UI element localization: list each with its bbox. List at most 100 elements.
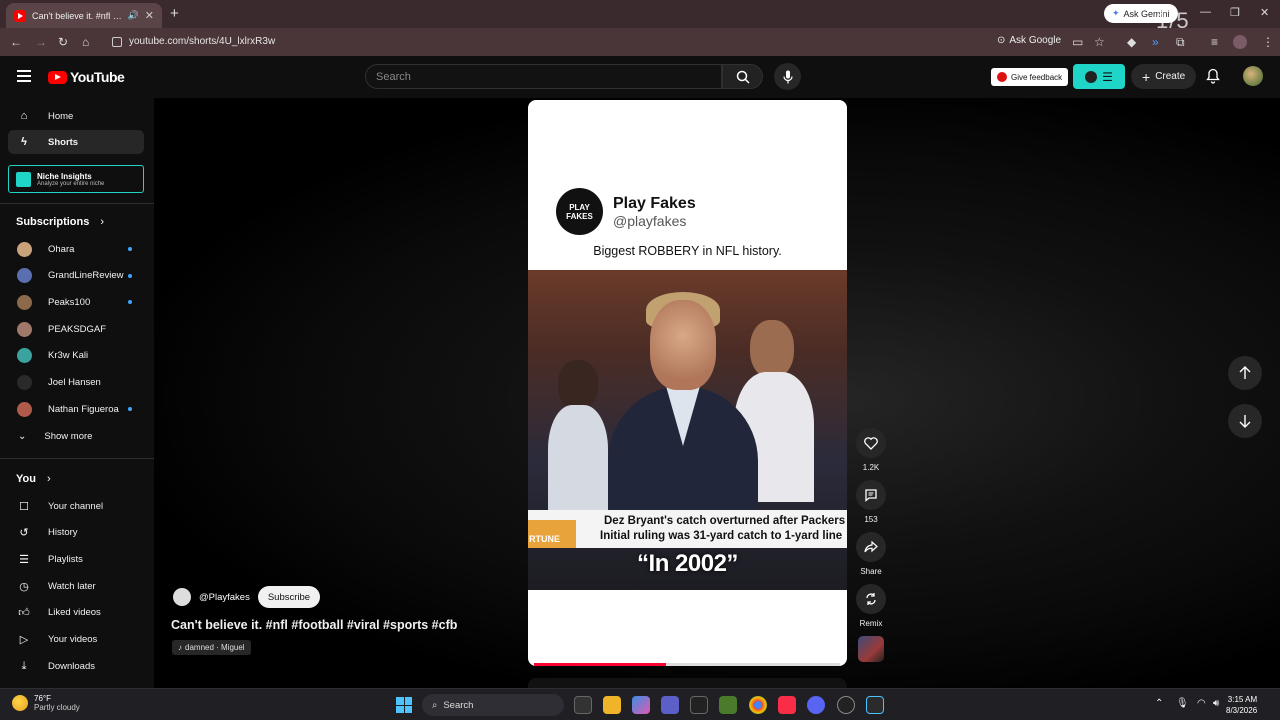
browser-menu-icon[interactable]: ⋮ bbox=[1262, 35, 1274, 49]
video-person-left bbox=[548, 360, 608, 515]
subscription-item[interactable]: Ohara bbox=[8, 237, 144, 261]
bookmark-star-icon[interactable]: ☆ bbox=[1094, 35, 1105, 49]
tray-overflow-icon[interactable]: ⌃ bbox=[1155, 698, 1163, 709]
site-info-icon[interactable] bbox=[112, 37, 122, 47]
browser-tab[interactable]: Can't believe it. #nfl #football 🔊 ✕ bbox=[6, 3, 162, 28]
apple-music-icon[interactable] bbox=[778, 696, 796, 714]
speaker-icon[interactable]: 🔊 bbox=[128, 10, 139, 21]
sidebar-item-downloads[interactable]: ⤓ Downloads bbox=[8, 654, 144, 678]
sidebar-item-history[interactable]: ↺ History bbox=[8, 520, 144, 544]
url-field[interactable]: youtube.com/shorts/4U_lxlrxR3w bbox=[129, 36, 275, 47]
show-more-button[interactable]: ⌄ Show more bbox=[8, 424, 144, 448]
system-clock[interactable]: 3:15 AM 8/3/2026 bbox=[1226, 694, 1257, 716]
comment-icon bbox=[865, 489, 877, 502]
browser-profile-avatar[interactable] bbox=[1233, 35, 1247, 49]
channel-avatar[interactable] bbox=[173, 588, 191, 606]
sidebar-item-your-channel[interactable]: ☐ Your channel bbox=[8, 494, 144, 518]
sidebar-item-label: Your channel bbox=[48, 500, 104, 512]
feedback-logo-icon bbox=[997, 72, 1007, 82]
subscribe-button[interactable]: Subscribe bbox=[257, 586, 321, 608]
capcut-icon[interactable] bbox=[690, 696, 708, 714]
close-tab-icon[interactable]: ✕ bbox=[145, 9, 154, 22]
comments-button[interactable]: 153 bbox=[856, 480, 886, 524]
short-title[interactable]: Can't believe it. #nfl #football #viral … bbox=[171, 618, 457, 632]
niche-extension-button[interactable]: ☰ bbox=[1073, 64, 1125, 89]
like-button[interactable]: 1.2K bbox=[856, 428, 886, 472]
notifications-bell-icon[interactable] bbox=[1206, 68, 1220, 84]
shorts-player[interactable]: PLAY FAKES Play Fakes @playfakes Biggest… bbox=[528, 100, 847, 666]
subscriptions-header-label: Subscriptions bbox=[16, 216, 90, 228]
remix-button[interactable]: Remix bbox=[856, 584, 886, 628]
minimize-icon[interactable]: — bbox=[1200, 6, 1211, 18]
ask-google-button[interactable]: ⊙ Ask Google bbox=[997, 35, 1061, 46]
you-header-label: You bbox=[16, 473, 36, 485]
youtube-header: YouTube Give feedback ☰ + Create bbox=[0, 56, 1280, 98]
subscription-item[interactable]: Joel Hansen bbox=[8, 371, 144, 395]
minecraft-icon[interactable] bbox=[719, 696, 737, 714]
show-more-label: Show more bbox=[44, 430, 93, 442]
forward-icon[interactable]: → bbox=[35, 35, 47, 49]
subscription-label: PEAKSDGAF bbox=[48, 323, 107, 335]
extension-audio-icon[interactable]: » bbox=[1152, 35, 1159, 49]
hamburger-menu-icon[interactable] bbox=[17, 70, 31, 82]
subscription-item[interactable]: Kr3w Kali bbox=[8, 344, 144, 368]
subscriptions-header[interactable]: Subscriptions › bbox=[16, 216, 104, 228]
subscription-item[interactable]: PEAKSDGAF bbox=[8, 317, 144, 341]
teams-icon[interactable] bbox=[661, 696, 679, 714]
channel-row: @Playfakes Subscribe bbox=[173, 586, 321, 608]
media-control-icon[interactable]: ≡ bbox=[1211, 35, 1218, 49]
weather-widget[interactable]: 76°F Partly cloudy bbox=[12, 694, 80, 712]
sidebar-item-label: Liked videos bbox=[48, 606, 101, 618]
sidebar-item-shorts[interactable]: ϟ Shorts bbox=[8, 130, 144, 154]
sidebar-item-playlists[interactable]: ☰ Playlists bbox=[8, 547, 144, 571]
video-progress-bar[interactable] bbox=[534, 663, 840, 666]
share-button[interactable]: Share bbox=[856, 532, 886, 576]
app-icon[interactable] bbox=[837, 696, 855, 714]
extension-shield-icon[interactable]: ◆ bbox=[1127, 35, 1136, 49]
you-header[interactable]: You › bbox=[16, 473, 51, 485]
taskbar-search[interactable]: ⌕ Search bbox=[422, 694, 564, 716]
subscription-item[interactable]: GrandLineReview bbox=[8, 264, 144, 288]
reload-icon[interactable]: ↻ bbox=[58, 35, 68, 49]
subscription-item[interactable]: Nathan Figueroa bbox=[8, 397, 144, 421]
give-feedback-button[interactable]: Give feedback bbox=[991, 68, 1069, 86]
home-browser-icon[interactable]: ⌂ bbox=[82, 35, 89, 49]
new-tab-button[interactable]: + bbox=[170, 5, 179, 22]
search-box[interactable] bbox=[365, 64, 722, 89]
task-view-icon[interactable] bbox=[574, 696, 592, 714]
tab-title: Can't believe it. #nfl #football bbox=[32, 10, 124, 21]
extensions-puzzle-icon[interactable]: ⧉ bbox=[1176, 35, 1185, 50]
sidebar-item-liked-videos[interactable]: 👍︎ Liked videos bbox=[8, 600, 144, 624]
sidebar: ⌂ Home ϟ Shorts Niche Insights Analyze y… bbox=[0, 98, 154, 688]
search-input[interactable] bbox=[376, 70, 711, 83]
windows-start-icon[interactable] bbox=[396, 697, 412, 713]
microphone-tray-icon[interactable]: 🎙︎ bbox=[1176, 698, 1189, 709]
channel-name[interactable]: @Playfakes bbox=[199, 592, 250, 603]
search-button[interactable] bbox=[722, 64, 763, 89]
subscription-item[interactable]: Peaks100 bbox=[8, 290, 144, 314]
file-explorer-icon[interactable] bbox=[603, 696, 621, 714]
previous-short-button[interactable] bbox=[1228, 356, 1262, 390]
account-avatar[interactable] bbox=[1243, 66, 1263, 86]
voice-search-button[interactable] bbox=[774, 63, 801, 90]
copilot-icon[interactable] bbox=[632, 696, 650, 714]
maximize-icon[interactable]: ❐ bbox=[1230, 6, 1240, 19]
volume-icon[interactable]: 🔊︎ bbox=[1213, 698, 1219, 709]
discord-icon[interactable] bbox=[807, 696, 825, 714]
sidebar-item-home[interactable]: ⌂ Home bbox=[8, 104, 144, 128]
back-icon[interactable]: ← bbox=[10, 35, 22, 49]
chrome-icon[interactable] bbox=[749, 696, 767, 714]
music-chip[interactable]: ♪ damned · Miguel bbox=[172, 640, 251, 655]
cast-icon[interactable]: ▭ bbox=[1072, 35, 1083, 49]
youtube-logo[interactable]: YouTube bbox=[48, 69, 125, 85]
create-button[interactable]: + Create bbox=[1131, 64, 1197, 89]
app-icon-2[interactable] bbox=[866, 696, 884, 714]
next-short-button[interactable] bbox=[1228, 404, 1262, 438]
wifi-icon[interactable]: ◠ bbox=[1197, 698, 1206, 709]
niche-insights-card[interactable]: Niche Insights Analyze your entire niche bbox=[8, 165, 144, 193]
sidebar-item-your-videos[interactable]: ▷ Your videos bbox=[8, 627, 144, 651]
playlists-icon: ☰ bbox=[19, 553, 29, 566]
sound-thumbnail[interactable] bbox=[858, 636, 884, 662]
sidebar-item-watch-later[interactable]: ◷ Watch later bbox=[8, 574, 144, 598]
close-window-icon[interactable]: ✕ bbox=[1260, 6, 1269, 19]
